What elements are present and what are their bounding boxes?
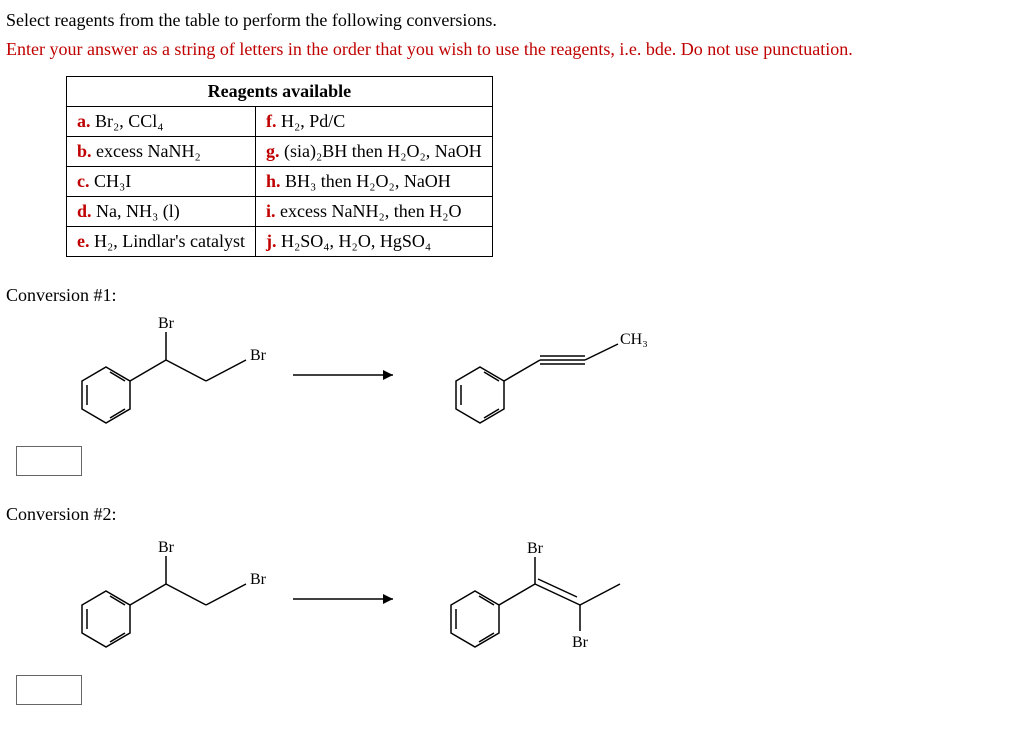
instruction-2: Enter your answer as a string of letters… [6, 39, 1018, 60]
reagent-letter: b. [77, 141, 92, 161]
br-label: Br [250, 347, 267, 364]
table-row: e. H₂, Lindlar's catalyst j. H₂SO₄, H₂O,… [67, 227, 493, 257]
answer-input-1[interactable] [16, 446, 82, 476]
conversion-1-label: Conversion #1: [6, 285, 1018, 306]
conversion-2-label: Conversion #2: [6, 504, 1018, 525]
reagent-text: BH₃ then H₂O₂, NaOH [285, 171, 451, 191]
table-row: a. Br₂, CCl₄ f. H₂, Pd/C [67, 107, 493, 137]
reagent-letter: g. [266, 141, 280, 161]
reagent-letter: i. [266, 201, 276, 221]
reaction-arrow-icon [288, 355, 408, 395]
reagent-letter: d. [77, 201, 92, 221]
br-label: Br [527, 540, 544, 557]
table-row: b. excess NaNH₂ g. (sia)₂BH then H₂O₂, N… [67, 137, 493, 167]
reagent-letter: a. [77, 111, 91, 131]
answer-input-2[interactable] [16, 675, 82, 705]
reagent-letter: j. [266, 231, 277, 251]
reagent-letter: c. [77, 171, 90, 191]
br-label: Br [572, 634, 589, 651]
reagent-text: Br₂, CCl₄ [95, 111, 164, 131]
molecule-product-2: Br Br [420, 529, 670, 669]
reagent-text: CH₃I [94, 171, 131, 191]
reagent-text: excess NaNH₂ [96, 141, 201, 161]
table-row: c. CH₃I h. BH₃ then H₂O₂, NaOH [67, 167, 493, 197]
ch3-label: CH₃ [620, 331, 648, 348]
reagent-letter: e. [77, 231, 90, 251]
conversion-1-row: Br Br CH₃ [46, 310, 1018, 440]
instruction-1: Select reagents from the table to perfor… [6, 10, 1018, 31]
reagent-letter: f. [266, 111, 277, 131]
br-label: Br [158, 315, 175, 332]
reagent-letter: h. [266, 171, 281, 191]
reagent-text: H₂SO₄, H₂O, HgSO₄ [281, 231, 431, 251]
reagent-text: (sia)₂BH then H₂O₂, NaOH [284, 141, 482, 161]
conversion-2-row: Br Br Br Br [46, 529, 1018, 669]
reagent-text: excess NaNH₂, then H₂O [280, 201, 462, 221]
br-label: Br [158, 539, 175, 556]
reagents-table: Reagents available a. Br₂, CCl₄ f. H₂, P… [66, 76, 493, 257]
reagent-text: H₂, Lindlar's catalyst [94, 231, 245, 251]
reagent-text: Na, NH₃ (l) [96, 201, 180, 221]
molecule-product-1: CH₃ [420, 310, 650, 440]
reagent-text: H₂, Pd/C [281, 111, 345, 131]
reagents-header: Reagents available [67, 77, 493, 107]
molecule-start-1: Br Br [46, 310, 276, 440]
molecule-start-2: Br Br [46, 534, 276, 664]
table-row: d. Na, NH₃ (l) i. excess NaNH₂, then H₂O [67, 197, 493, 227]
reaction-arrow-icon [288, 579, 408, 619]
br-label: Br [250, 571, 267, 588]
